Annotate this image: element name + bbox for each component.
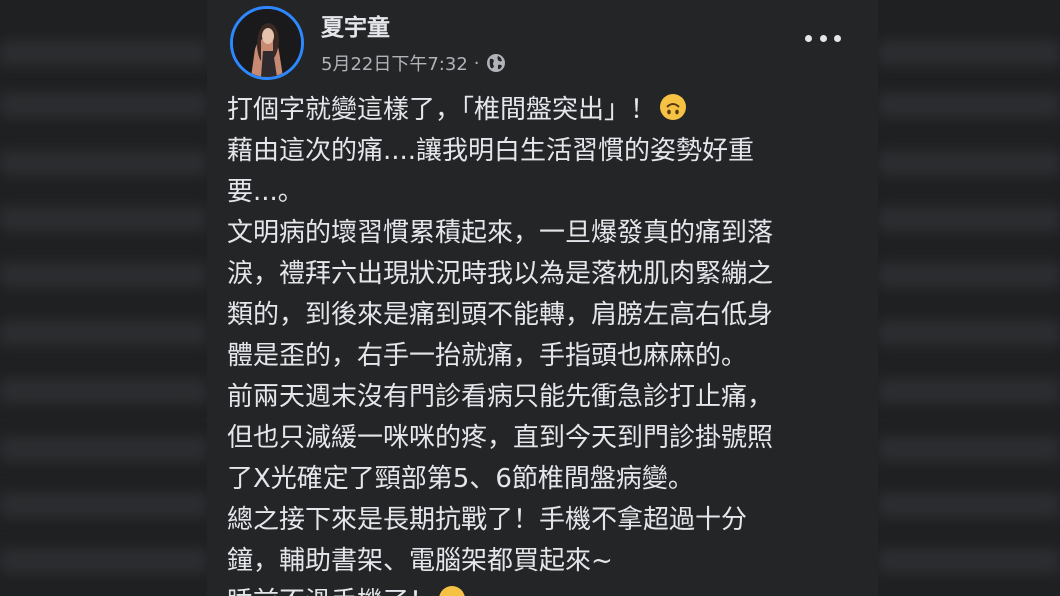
post-meta: 5月22日下午7:32 · xyxy=(321,50,506,76)
meta-separator: · xyxy=(473,52,480,74)
post-line: 但也只減緩一咪咪的疼，直到今天到門診掛號照 xyxy=(227,423,774,453)
post-line: 類的，到後來是痛到頭不能轉，肩膀左高右低身 xyxy=(227,300,774,330)
upside-down-face-emoji-icon xyxy=(660,94,687,120)
post-line: 前兩天週末沒有門診看病只能先衝急診打止痛， xyxy=(227,382,774,412)
globe-icon xyxy=(486,53,506,73)
post-line: 總之接下來是長期抗戰了！手機不拿超過十分 xyxy=(227,505,748,535)
profile-photo-icon xyxy=(233,9,301,77)
post-body: 打個字就變這樣了，「椎間盤突出」！ 藉由這次的痛....讓我明白生活習慣的姿勢好… xyxy=(227,90,847,596)
blurred-left-panel xyxy=(0,0,207,596)
post-line: 了X光確定了頸部第5、6節椎間盤病變。 xyxy=(227,464,694,494)
post-timestamp[interactable]: 5月22日下午7:32 xyxy=(321,50,468,76)
facebook-post: 夏宇童 5月22日下午7:32 · 打個字就變這樣了，「椎間盤突出」！ 藉由這次… xyxy=(207,0,878,596)
author-name[interactable]: 夏宇童 xyxy=(321,8,390,42)
blurred-right-panel xyxy=(878,0,1060,596)
post-line: 睡前不滑手機了！ xyxy=(227,582,847,596)
post-line: 淚，禮拜六出現狀況時我以為是落枕肌肉緊繃之 xyxy=(227,259,774,289)
more-options-icon[interactable] xyxy=(805,26,841,50)
post-line: 文明病的壞習慣累積起來，一旦爆發真的痛到落 xyxy=(227,218,774,248)
post-line: 鐘，輔助書架、電腦架都買起來~ xyxy=(227,546,613,576)
post-line: 藉由這次的痛....讓我明白生活習慣的姿勢好重 xyxy=(227,136,755,166)
post-line: 打個字就變這樣了，「椎間盤突出」！ xyxy=(227,90,847,131)
crying-face-emoji-icon xyxy=(439,586,466,596)
post-line: 體是歪的，右手一抬就痛，手指頭也麻麻的。 xyxy=(227,341,748,371)
post-line: 要...。 xyxy=(227,177,304,207)
avatar[interactable] xyxy=(230,6,304,80)
